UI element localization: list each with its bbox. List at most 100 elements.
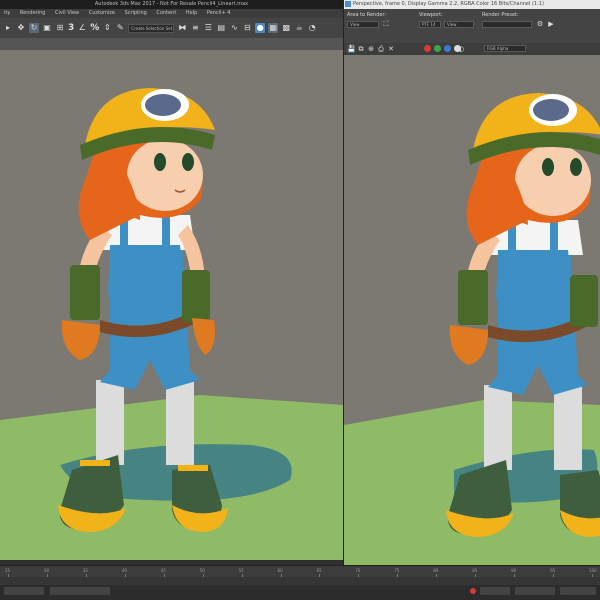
viewport-header [0, 38, 343, 50]
right-eye [182, 153, 194, 171]
scene-explorer-icon[interactable]: ▤ [216, 23, 226, 33]
timeline-tick-label: 25 [5, 568, 11, 573]
crop-icon[interactable]: ⛶ [382, 20, 390, 28]
select-icon[interactable]: ▸ [3, 23, 13, 33]
alpha-channel-toggle[interactable] [454, 45, 461, 52]
render-right-glove [570, 275, 598, 327]
timeline-tick-label: 85 [472, 568, 478, 573]
menu-item-help[interactable]: Help [186, 10, 197, 16]
timeline-tick-label: 60 [277, 568, 283, 573]
save-image-icon[interactable]: 💾 [347, 45, 356, 53]
render-window-icon [345, 1, 351, 7]
print-icon[interactable]: ⎙ [377, 45, 385, 53]
spinner-snap-icon[interactable]: ⇕ [102, 23, 112, 33]
angle-snap-icon[interactable]: ∠ [77, 23, 87, 33]
channel-dropdown[interactable]: RGB Alpha [484, 45, 526, 52]
window-title: Autodesk 3ds Max 2017 - Not For Resale P… [0, 0, 343, 9]
render-setup-icon[interactable]: ▦ [268, 23, 279, 33]
goggles-lens [145, 94, 181, 116]
coordinate-field[interactable] [50, 587, 110, 595]
render-left-sock [484, 385, 512, 470]
time-slider[interactable] [0, 577, 600, 585]
viewport-scene [0, 50, 343, 560]
menu-item-civil-view[interactable]: Civil View [55, 10, 79, 16]
render-button-icon[interactable]: ▶ [547, 20, 555, 28]
viewport-label: Viewport: [419, 12, 443, 18]
green-channel-toggle[interactable] [434, 45, 441, 52]
left-glove [70, 265, 100, 320]
render-production-icon[interactable]: ◔ [307, 23, 317, 33]
material-editor-icon[interactable]: ● [255, 23, 266, 33]
render-icon[interactable]: ☕ [294, 23, 304, 33]
playback-controls[interactable] [515, 587, 555, 595]
reference-coord-icon[interactable]: ⊞ [55, 23, 65, 33]
angle-snap-button[interactable]: 3 [68, 23, 74, 33]
clone-window-icon[interactable]: ⊕ [367, 45, 375, 53]
render-preset-label: Render Preset: [482, 12, 519, 18]
bib [108, 245, 185, 295]
timeline-tick-label: 45 [160, 568, 166, 573]
area-to-render-dropdown[interactable]: View [347, 21, 379, 28]
perspective-viewport[interactable] [0, 50, 343, 560]
face [127, 139, 203, 211]
timeline-tick-label: 100 [589, 568, 597, 573]
clear-icon[interactable]: ✕ [387, 45, 395, 53]
menu-item-pencil[interactable]: Pencil+ 4 [207, 10, 231, 16]
render-frame-window: Perspective, frame 0, Display Gamma 2.2,… [343, 0, 600, 600]
timeline-tick-label: 65 [316, 568, 322, 573]
percent-snap-button[interactable]: % [90, 23, 99, 33]
render-controls: Area to Render: View ⛶ Viewport: PTF 14 … [344, 9, 600, 43]
right-glove [182, 270, 210, 322]
viewport-view-dropdown[interactable]: View [444, 21, 474, 28]
render-preset-dropdown[interactable] [482, 21, 532, 28]
rotate-icon[interactable]: ↻ [29, 23, 39, 33]
timeline-tick-label: 55 [238, 568, 244, 573]
render-bib [496, 250, 573, 300]
set-key-button[interactable] [480, 587, 510, 595]
left-eye [154, 153, 166, 171]
render-goggles-lens [533, 99, 569, 121]
timeline-tick-label: 70 [355, 568, 361, 573]
timeline[interactable]: 25 30 35 40 45 50 55 60 65 70 75 80 85 90 95 100 [0, 565, 600, 578]
blue-channel-toggle[interactable] [444, 45, 451, 52]
move-icon[interactable]: ✥ [16, 23, 26, 33]
timeline-tick-label: 30 [43, 568, 50, 573]
app-root: Autodesk 3ds Max 2017 - Not For Resale P… [0, 0, 600, 600]
copy-image-icon[interactable]: ⧉ [357, 45, 365, 53]
main-toolbar: ▸ ✥ ↻ ▣ ⊞ 3 ∠ % ⇕ ✎ Create Selection Set… [0, 18, 343, 38]
render-right-eye [570, 158, 582, 176]
auto-key-icon[interactable] [470, 588, 476, 594]
rendered-scene [344, 55, 600, 565]
left-boot-cuff [80, 460, 110, 466]
rendered-frame-icon[interactable]: ▩ [281, 23, 291, 33]
scale-icon[interactable]: ▣ [42, 23, 52, 33]
red-channel-toggle[interactable] [424, 45, 431, 52]
timeline-tick-label: 95 [550, 568, 556, 573]
render-window-title: Perspective, frame 0, Display Gamma 2.2,… [344, 0, 600, 9]
menu-item-content[interactable]: Content [156, 10, 176, 16]
render-window-title-text: Perspective, frame 0, Display Gamma 2.2,… [353, 1, 544, 7]
curve-editor-icon[interactable]: ∿ [229, 23, 239, 33]
menu-item-scripting[interactable]: Scripting [125, 10, 147, 16]
mirror-icon[interactable]: ⧓ [177, 23, 187, 33]
right-boot-cuff [178, 465, 208, 471]
timeline-tick-label: 40 [121, 568, 127, 573]
left-sock [96, 380, 124, 465]
status-bar [0, 577, 600, 600]
status-field[interactable] [4, 587, 44, 595]
menu-item-rendering[interactable]: Rendering [20, 10, 46, 16]
selection-set-dropdown[interactable]: Create Selection Set [128, 23, 175, 33]
menu-item[interactable]: ity [4, 10, 10, 16]
align-icon[interactable]: ≡ [190, 23, 200, 33]
timeline-tick-label: 75 [394, 568, 400, 573]
viewport-dropdown[interactable]: PTF 14 [419, 21, 441, 28]
render-setup-icon[interactable]: ⚙ [536, 20, 544, 28]
menu-item-customize[interactable]: Customize [89, 10, 115, 16]
main-window: Autodesk 3ds Max 2017 - Not For Resale P… [0, 0, 343, 600]
timeline-tick-label: 90 [511, 568, 517, 573]
red-channel-icon[interactable] [404, 45, 412, 53]
frame-field[interactable] [560, 587, 596, 595]
layer-icon[interactable]: ☰ [203, 23, 213, 33]
edit-named-sets-icon[interactable]: ✎ [115, 23, 125, 33]
schematic-icon[interactable]: ⊟ [242, 23, 252, 33]
